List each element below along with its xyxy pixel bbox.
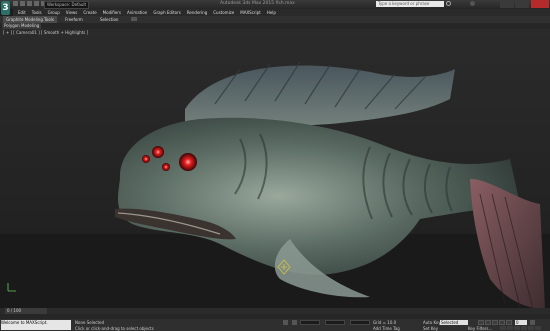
help-icon[interactable] [470, 1, 475, 6]
field-of-view-icon[interactable] [514, 326, 520, 330]
menu-edit[interactable]: Edit [18, 9, 26, 16]
current-frame-field[interactable]: 0 [515, 320, 527, 325]
menu-help[interactable]: Help [267, 9, 276, 16]
previous-frame-button[interactable] [485, 320, 491, 325]
x-coordinate-field[interactable] [300, 320, 320, 325]
application-menu-button[interactable]: 3 [1, 1, 10, 15]
minimize-button[interactable] [500, 0, 514, 8]
orbit-icon[interactable] [528, 326, 534, 330]
menu-bar: Edit Tools Group Views Create Modifiers … [13, 9, 550, 16]
menu-graph-editors[interactable]: Graph Editors [153, 9, 180, 16]
lock-selection-icon[interactable] [283, 320, 288, 325]
title-bar: 3 Workspace: Default Autodesk 3ds Max 20… [0, 0, 550, 15]
transform-mode-icon[interactable] [292, 320, 297, 325]
tab-graphite-modeling-tools[interactable]: Graphite Modeling Tools [3, 16, 58, 23]
ribbon-tabs: Graphite Modeling Tools Freeform Selecti… [0, 16, 550, 23]
zoom-icon[interactable] [500, 326, 506, 330]
maxscript-listener[interactable]: Welcome to MAXScript. [1, 320, 71, 330]
maximize-button[interactable] [515, 0, 529, 8]
status-bar: Welcome to MAXScript. None Selected Clic… [0, 319, 550, 331]
undo-icon[interactable] [34, 1, 39, 6]
menu-customize[interactable]: Customize [213, 9, 234, 16]
auto-key-button[interactable]: Auto Key [423, 320, 441, 325]
z-coordinate-field[interactable] [350, 320, 370, 325]
menu-group[interactable]: Group [48, 9, 60, 16]
menu-tools[interactable]: Tools [32, 9, 42, 16]
menu-rendering[interactable]: Rendering [187, 9, 207, 16]
set-key-button[interactable]: Set Key [423, 326, 438, 331]
menu-views[interactable]: Views [66, 9, 78, 16]
key-filters-button[interactable]: Key Filters... [468, 326, 492, 331]
save-file-icon[interactable] [27, 1, 32, 6]
selection-status: None Selected [75, 320, 105, 325]
pan-icon[interactable] [521, 326, 527, 330]
ribbon-toggle-icon[interactable] [131, 17, 137, 21]
menu-modifiers[interactable]: Modifiers [103, 9, 121, 16]
time-config-icon[interactable] [530, 320, 535, 325]
y-coordinate-field[interactable] [325, 320, 345, 325]
search-input[interactable]: Type a keyword or phrase [376, 1, 444, 7]
close-button[interactable] [531, 0, 549, 8]
tab-selection[interactable]: Selection [97, 16, 121, 23]
go-to-start-button[interactable] [478, 320, 484, 325]
go-to-end-button[interactable] [506, 320, 512, 325]
menu-animation[interactable]: Animation [127, 9, 147, 16]
new-file-icon[interactable] [13, 1, 18, 6]
fish-creature-render [0, 61, 550, 309]
workspace-dropdown[interactable]: Workspace: Default [44, 1, 90, 9]
add-time-tag-button[interactable]: Add Time Tag [373, 326, 400, 331]
window-title: Autodesk 3ds Max 2015 fish.max [220, 1, 295, 6]
quick-access-toolbar [13, 1, 46, 6]
prompt-line: Click or click-and-drag to select object… [75, 326, 154, 331]
key-mode-dropdown[interactable]: Selected [440, 320, 468, 325]
menu-create[interactable]: Create [83, 9, 96, 16]
camera-viewport[interactable]: [ + ] [ Camera01 ] [ Smooth + Highlights… [0, 29, 550, 309]
open-file-icon[interactable] [20, 1, 25, 6]
maximize-viewport-icon[interactable] [535, 326, 541, 330]
menu-maxscript[interactable]: MAXScript [240, 9, 261, 16]
next-frame-button[interactable] [499, 320, 505, 325]
zoom-all-icon[interactable] [507, 326, 513, 330]
play-button[interactable] [492, 320, 498, 325]
tab-freeform[interactable]: Freeform [62, 16, 86, 23]
search-icon[interactable] [446, 1, 451, 6]
grid-size-label: Grid = 10.0 [373, 320, 397, 325]
